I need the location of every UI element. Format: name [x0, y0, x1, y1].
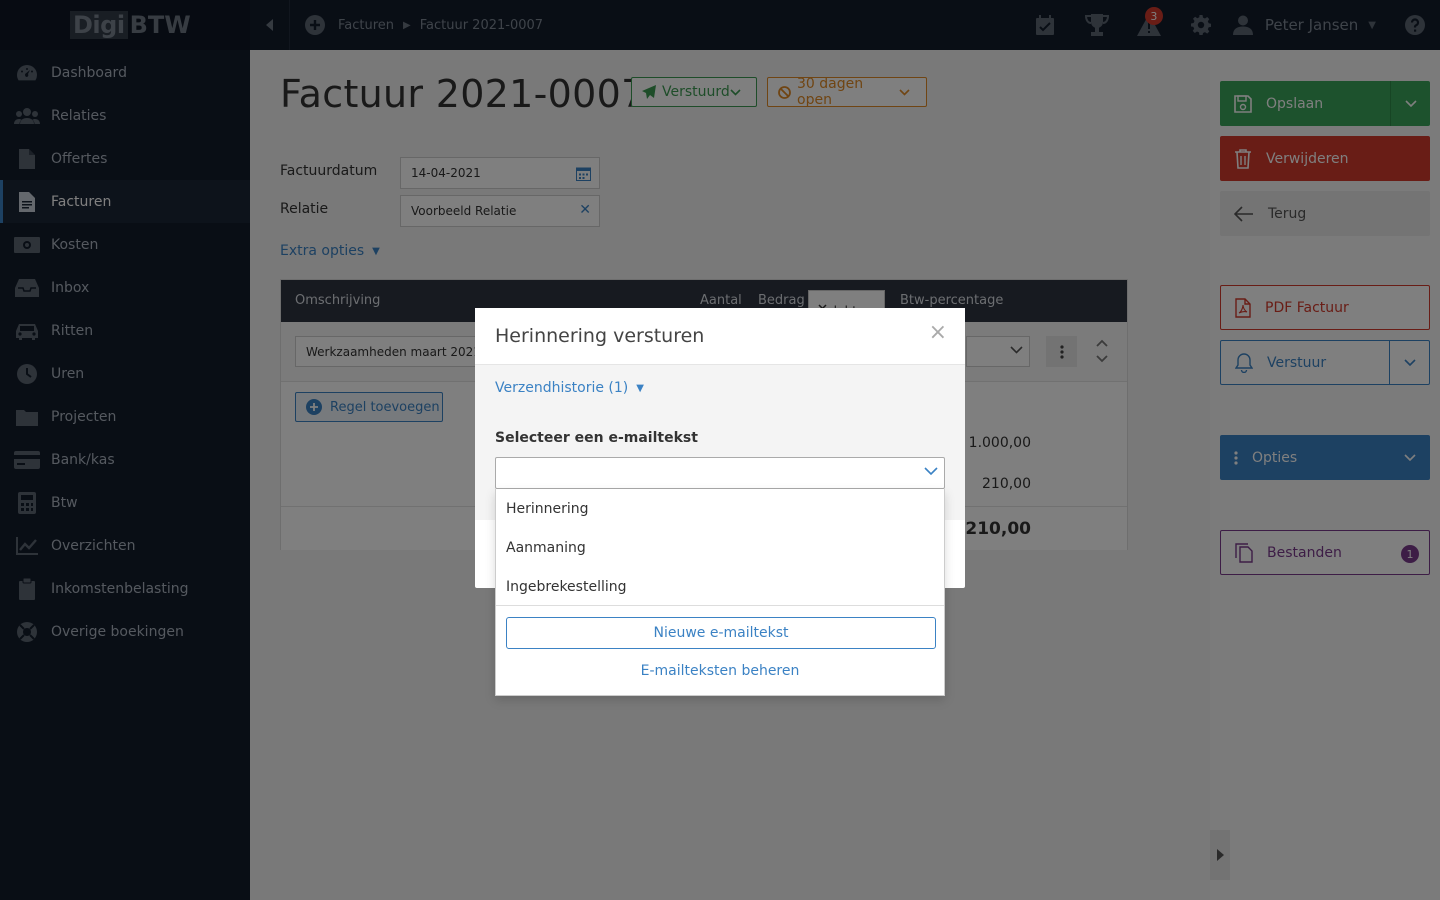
- email-text-label: Selecteer een e-mailtekst: [495, 430, 698, 446]
- option-ingebrekestelling[interactable]: Ingebrekestelling: [496, 567, 944, 606]
- dropdown-divider: [496, 605, 944, 606]
- modal-header: Herinnering versturen ×: [475, 308, 965, 365]
- manage-email-texts-link[interactable]: E-mailteksten beheren: [496, 663, 944, 679]
- new-email-text-button[interactable]: Nieuwe e-mailtekst: [506, 617, 936, 649]
- email-text-dropdown: Herinnering Aanmaning Ingebrekestelling …: [495, 489, 945, 696]
- option-aanmaning[interactable]: Aanmaning: [496, 528, 944, 567]
- email-text-select[interactable]: [495, 457, 945, 489]
- modal-title: Herinnering versturen: [495, 325, 705, 347]
- send-history-toggle[interactable]: Verzendhistorie (1) ▼: [495, 380, 644, 396]
- send-history-label: Verzendhistorie (1): [495, 380, 629, 396]
- option-herinnering[interactable]: Herinnering: [496, 489, 944, 528]
- caret-down-icon: ▼: [636, 382, 644, 394]
- close-icon[interactable]: ×: [929, 322, 947, 344]
- chevron-down-icon: [924, 467, 938, 476]
